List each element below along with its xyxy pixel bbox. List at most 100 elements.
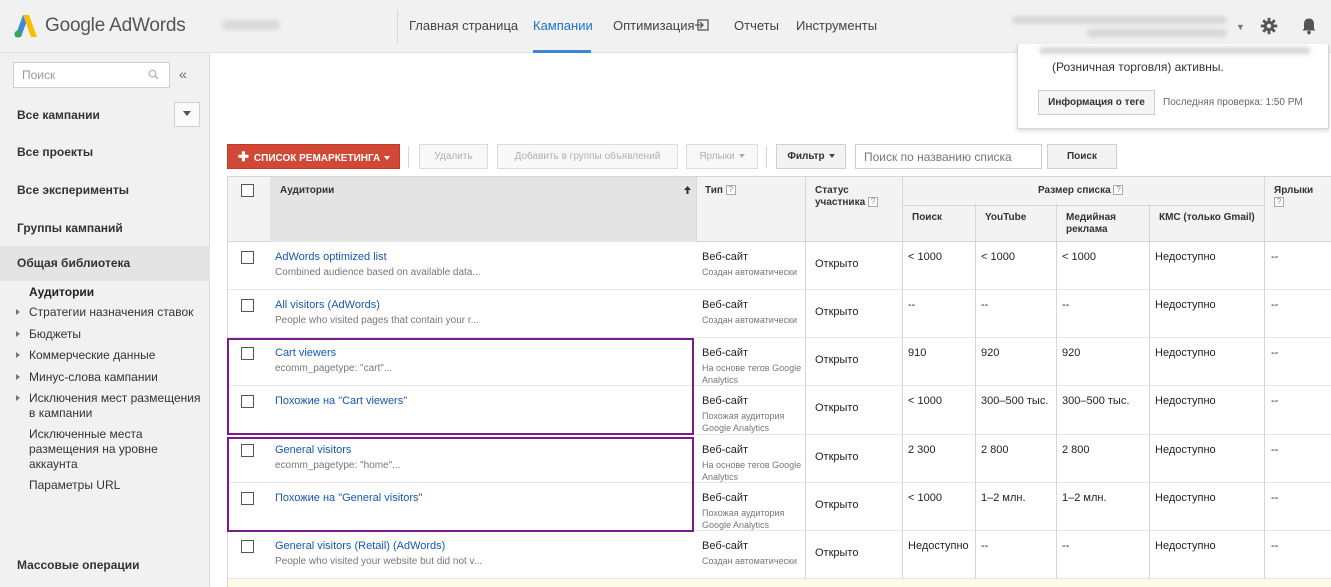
sidebar-item-campaign-groups[interactable]: Группы кампаний (17, 221, 123, 235)
size-youtube: -- (981, 540, 989, 552)
row-labels: -- (1271, 251, 1279, 263)
size-search: < 1000 (908, 492, 942, 504)
column-status[interactable]: Статус участника ? (815, 185, 885, 209)
member-status: Открыто (815, 258, 859, 270)
column-divider (1149, 204, 1150, 587)
size-search: 910 (908, 347, 927, 359)
tag-details-button[interactable]: Информация о теге (1038, 90, 1155, 115)
caret-down-icon (738, 154, 745, 159)
member-status: Открыто (815, 354, 859, 366)
search-button[interactable]: Поиск (1047, 144, 1117, 169)
help-icon[interactable]: ? (867, 197, 878, 208)
size-search: -- (908, 299, 916, 311)
chevron-down-icon (183, 111, 191, 116)
row-checkbox[interactable] (241, 299, 254, 312)
audience-name-link[interactable]: General visitors (Retail) (AdWords) (275, 540, 445, 552)
nav-reports[interactable]: Отчеты (734, 18, 779, 33)
library-item-audiences[interactable]: Аудитории (29, 285, 94, 300)
help-icon[interactable]: ? (1274, 197, 1284, 208)
table-row: General visitors (Retail) (AdWords) Peopl… (228, 531, 1331, 579)
row-checkbox[interactable] (241, 251, 254, 264)
nav-home[interactable]: Главная страница (409, 18, 518, 33)
sidebar-item-all-projects[interactable]: Все проекты (17, 145, 93, 159)
column-size-gmail[interactable]: КМС (только Gmail) (1159, 212, 1255, 224)
nav-tools[interactable]: Инструменты (796, 18, 877, 33)
expand-arrow-icon[interactable] (16, 331, 20, 337)
help-icon[interactable]: ? (1113, 185, 1124, 196)
audience-description: People who visited pages that contain yo… (275, 315, 480, 326)
library-item-url-options[interactable]: Параметры URL (29, 478, 120, 493)
size-display: < 1000 (1062, 251, 1096, 263)
adwords-logo[interactable]: Google AdWords (13, 13, 186, 39)
left-sidebar: Поиск « Все кампании Все проекты Все экс… (0, 53, 210, 587)
labels-button[interactable]: Ярлыки (686, 144, 758, 169)
expand-arrow-icon[interactable] (16, 374, 20, 380)
expand-arrow-icon[interactable] (16, 395, 20, 401)
expand-arrow-icon[interactable] (16, 352, 20, 358)
add-remarketing-list-button[interactable]: ✚ СПИСОК РЕМАРКЕТИНГА (227, 144, 400, 169)
filter-button[interactable]: Фильтр (776, 144, 846, 169)
column-type[interactable]: Тип ? (705, 185, 736, 197)
search-icon (148, 69, 159, 80)
nav-optimization-label: Оптимизация (613, 18, 695, 33)
notifications-bell-icon[interactable] (1300, 17, 1318, 35)
size-gmail: Недоступно (1155, 395, 1216, 407)
nav-optimization[interactable]: Оптимизация (613, 18, 709, 33)
sidebar-item-all-campaigns[interactable]: Все кампании (17, 108, 100, 122)
audience-name-link[interactable]: All visitors (AdWords) (275, 299, 380, 311)
audience-name-link[interactable]: AdWords optimized list (275, 251, 387, 263)
library-item-placement-exclusions[interactable]: Исключения мест размещения в кампании (29, 391, 209, 421)
list-search-input[interactable]: Поиск по названию списка (855, 144, 1042, 169)
campaigns-dropdown-button[interactable] (174, 102, 200, 127)
table-row: AdWords optimized list Combined audience … (228, 242, 1331, 290)
highlight-box-general-visitors (227, 437, 694, 532)
column-divider (902, 176, 903, 587)
sort-up-arrow-icon[interactable] (683, 185, 692, 195)
sidebar-search-input[interactable]: Поиск (13, 62, 170, 88)
column-audiences[interactable]: Аудитории (280, 185, 334, 197)
size-gmail: Недоступно (1155, 492, 1216, 504)
size-display: 920 (1062, 347, 1081, 359)
help-icon[interactable]: ? (725, 185, 736, 196)
add-to-ad-groups-button[interactable]: Добавить в группы объявлений (497, 144, 678, 169)
gear-icon[interactable] (1260, 17, 1278, 35)
sidebar-item-all-experiments[interactable]: Все эксперименты (17, 183, 129, 197)
size-youtube: 2 800 (981, 444, 1009, 456)
audience-type-detail: На основе тегов Google Analytics (702, 460, 802, 482)
audience-type-detail: Создан автоматически (702, 556, 797, 566)
column-size-search[interactable]: Поиск (912, 212, 942, 224)
column-labels[interactable]: Ярлыки? (1274, 185, 1324, 209)
audience-type-detail: Создан автоматически (702, 267, 797, 277)
column-size-youtube[interactable]: YouTube (985, 212, 1026, 224)
member-status: Открыто (815, 499, 859, 511)
sidebar-search-placeholder: Поиск (22, 68, 56, 82)
chevron-down-icon[interactable]: ▼ (1236, 22, 1245, 32)
row-labels: -- (1271, 347, 1279, 359)
table-row: All visitors (AdWords) People who visited… (228, 290, 1331, 338)
audience-type-detail: На основе тегов Google Analytics (702, 363, 802, 385)
row-labels: -- (1271, 540, 1279, 552)
collapse-sidebar-icon[interactable]: « (179, 66, 187, 82)
row-checkbox[interactable] (241, 540, 254, 553)
select-all-checkbox[interactable] (241, 184, 254, 197)
active-nav-indicator (533, 50, 591, 53)
user-account-blurred[interactable] (1012, 16, 1227, 24)
sidebar-item-shared-library[interactable]: Общая библиотека (17, 256, 130, 270)
size-search: 2 300 (908, 444, 936, 456)
sidebar-item-bulk-operations[interactable]: Массовые операции (17, 558, 140, 572)
library-item-budgets[interactable]: Бюджеты (29, 327, 81, 342)
nav-campaigns[interactable]: Кампании (533, 18, 593, 33)
expand-arrow-icon[interactable] (16, 309, 20, 315)
audience-description: People who visited your website but did … (275, 556, 483, 567)
size-youtube: 1–2 млн. (981, 492, 1026, 504)
library-item-negative-keywords[interactable]: Минус-слова кампании (29, 370, 158, 385)
library-item-account-exclusions[interactable]: Исключенные места размещения на уровне а… (29, 427, 189, 472)
labels-button-label: Ярлыки (699, 151, 735, 162)
library-item-bid-strategies[interactable]: Стратегии назначения ставок (29, 305, 193, 320)
library-item-business-data[interactable]: Коммерческие данные (29, 348, 155, 363)
column-size-display[interactable]: Медийная реклама (1066, 212, 1146, 236)
delete-button[interactable]: Удалить (419, 144, 488, 169)
size-display: -- (1062, 299, 1070, 311)
column-list-size-label: Размер списка (1038, 185, 1111, 196)
row-labels: -- (1271, 492, 1279, 504)
